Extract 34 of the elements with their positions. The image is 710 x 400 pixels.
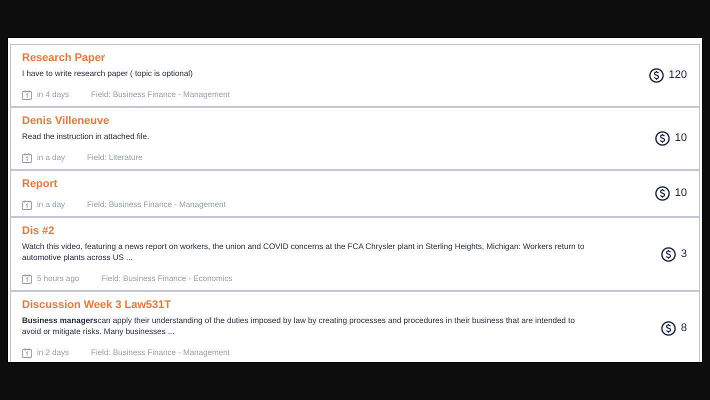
price-amount: 120 — [668, 68, 687, 84]
due-time: in 4 days — [37, 89, 70, 100]
dollar-coin-icon — [660, 320, 676, 336]
due-time: in a day — [37, 199, 66, 210]
field-label: Field: Business Finance - Management — [91, 89, 230, 100]
field-label: Field: Business Finance - Management — [87, 199, 226, 210]
price-amount: 8 — [680, 320, 687, 336]
price-amount: 10 — [674, 186, 687, 202]
dollar-coin-icon — [660, 246, 676, 262]
price-amount: 3 — [680, 246, 687, 262]
due-time: in 2 days — [37, 347, 70, 358]
task-title-link[interactable]: Dis #2 — [22, 224, 54, 238]
task-description: I have to write research paper ( topic is optional) — [22, 68, 194, 79]
dollar-coin-icon — [648, 68, 664, 83]
task-description: Read the instruction in attached file. — [22, 131, 150, 142]
task-title-link[interactable]: Report — [22, 177, 58, 191]
calendar-icon — [22, 348, 32, 358]
field-label: Field: Business Finance - Management — [91, 347, 230, 358]
field-label: Field: Business Finance - Economics — [101, 273, 232, 284]
task-description: Business managerscan apply their understanding of the duties imposed by law by creating processes and procedures in their business that are intended to avoid or mitigate risks. Many businesses ... — [22, 315, 576, 337]
task-title-link[interactable]: Research Paper — [22, 51, 106, 65]
field-label: Field: Literature — [87, 152, 143, 163]
dollar-coin-icon — [654, 186, 670, 201]
task-title-link[interactable]: Denis Villeneuve — [22, 114, 110, 128]
dollar-coin-icon — [654, 131, 670, 146]
price-amount: 10 — [674, 131, 687, 146]
calendar-icon — [22, 200, 32, 210]
task-description: Watch this video, featuring a news report on workers, the union and COVID concerns at the FCA Chrysler plant in Sterling Heights, Michigan: Workers return to automotive plants across US ... — [22, 241, 586, 263]
due-time: 5 hours ago — [37, 273, 80, 284]
calendar-icon — [22, 90, 32, 100]
task-title-link[interactable]: Discussion Week 3 Law531T — [22, 298, 171, 312]
due-time: in a day — [37, 152, 66, 163]
calendar-icon — [22, 274, 32, 284]
calendar-icon — [22, 152, 32, 162]
